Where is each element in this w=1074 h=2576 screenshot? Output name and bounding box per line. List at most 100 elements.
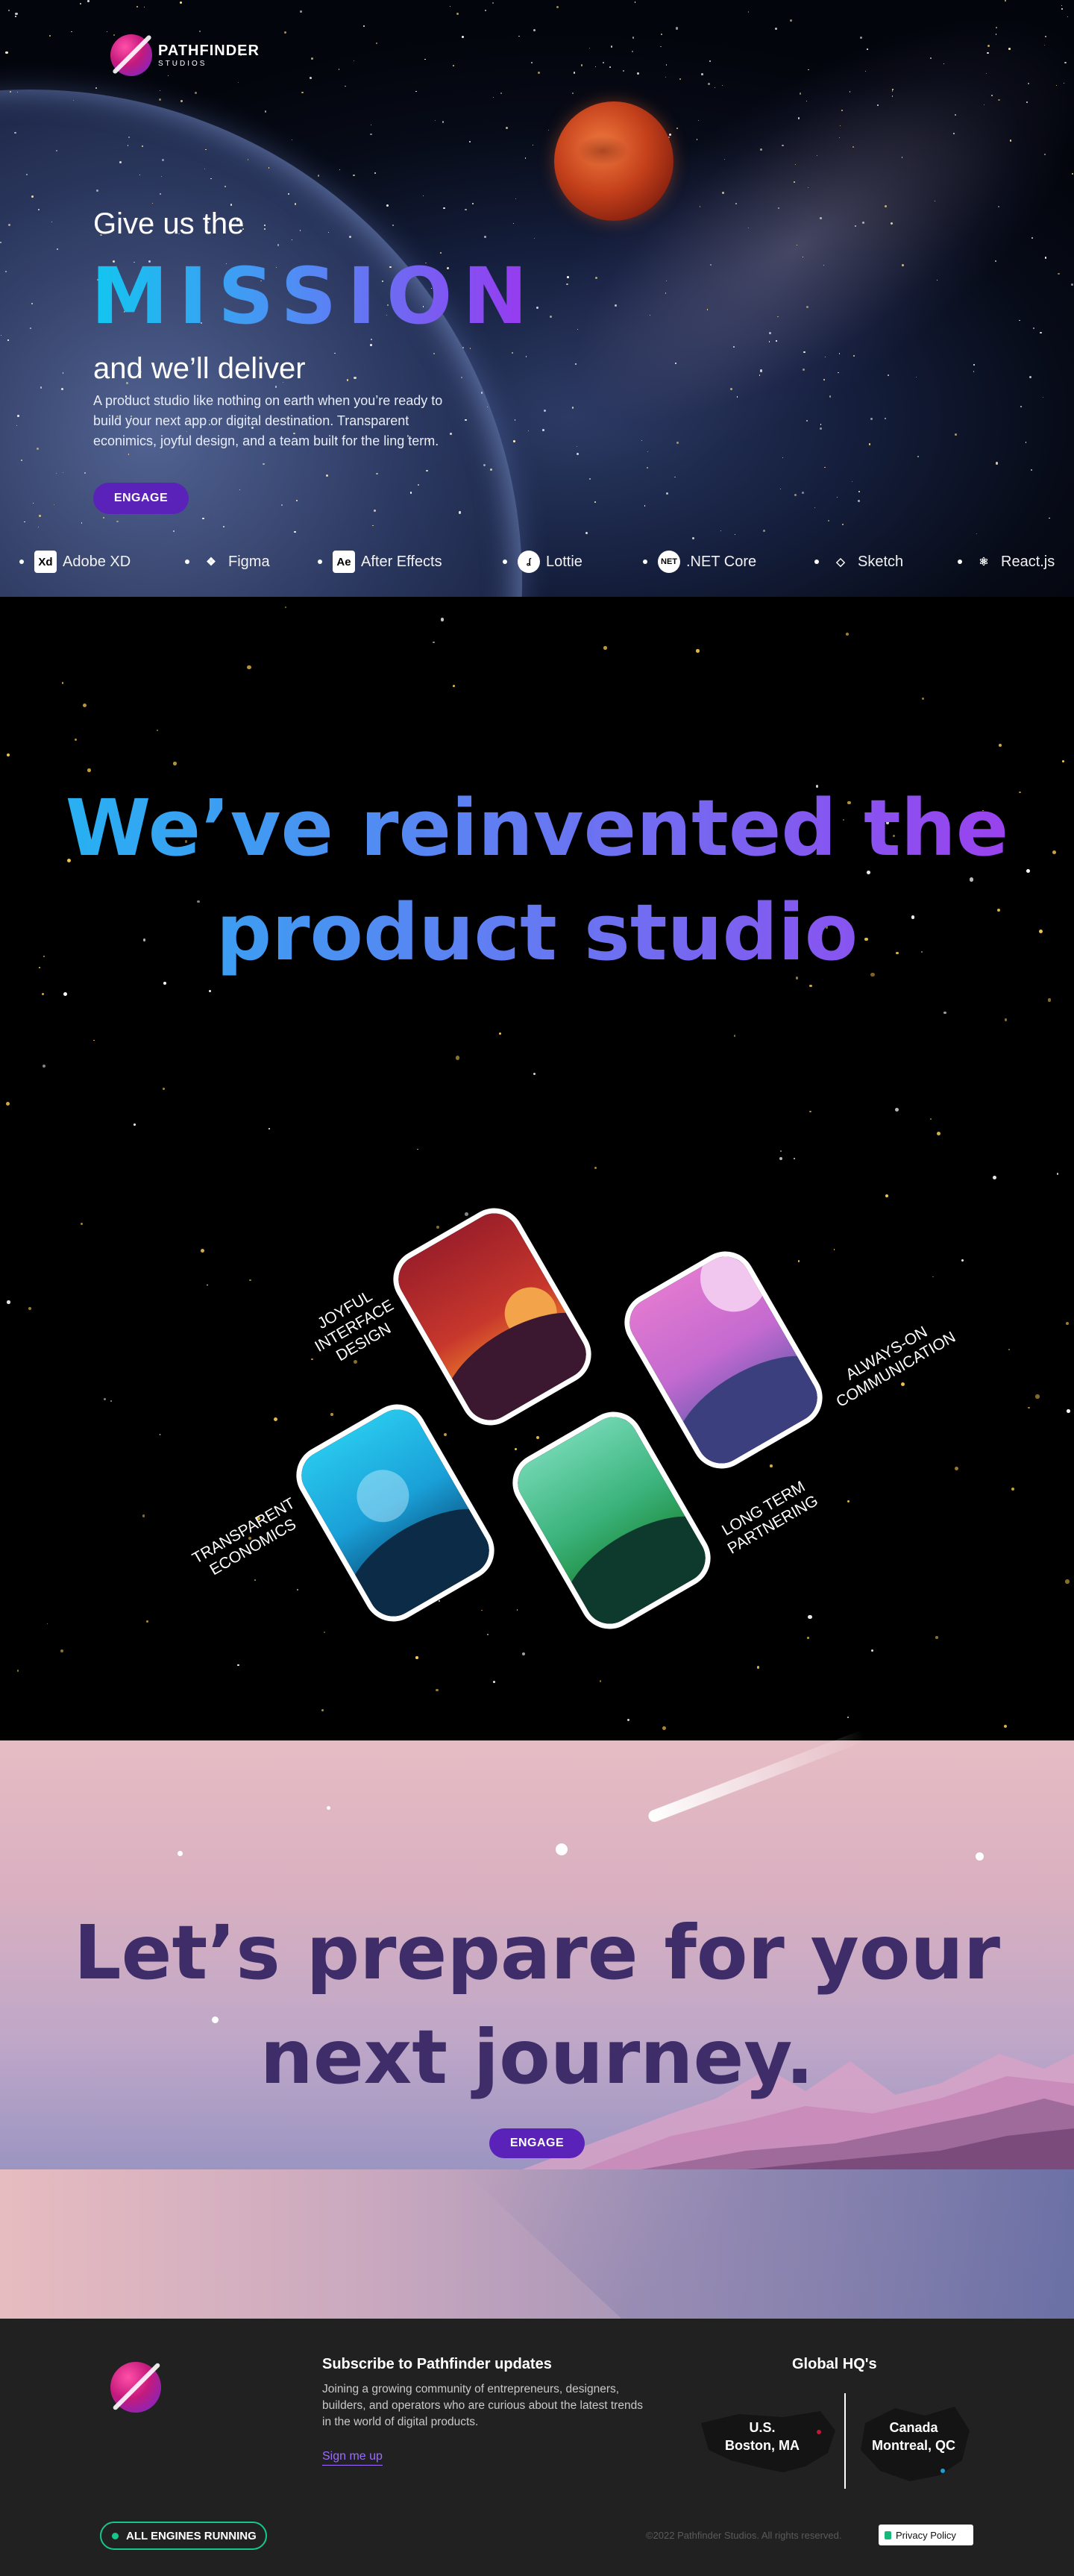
star-icon xyxy=(41,992,45,995)
star-icon xyxy=(524,157,527,159)
tool-label: Figma xyxy=(228,553,270,570)
sign-up-link[interactable]: Sign me up xyxy=(322,2450,383,2466)
star-icon xyxy=(345,85,346,87)
react-icon: ⚛ xyxy=(979,556,989,568)
star-icon xyxy=(294,202,297,205)
star-icon xyxy=(820,427,823,430)
star-icon xyxy=(179,1,182,4)
privacy-policy-link[interactable]: Privacy Policy xyxy=(879,2525,973,2545)
star-icon xyxy=(756,1666,760,1670)
star-icon xyxy=(522,1652,526,1655)
star-icon xyxy=(444,1433,447,1437)
star-icon xyxy=(820,424,822,426)
star-icon xyxy=(870,417,873,420)
star-icon xyxy=(861,221,864,224)
star-icon xyxy=(515,198,516,199)
star-icon xyxy=(885,1194,888,1197)
star-icon xyxy=(1058,272,1060,275)
hq-divider xyxy=(844,2393,846,2489)
star-icon xyxy=(1019,319,1020,322)
star-icon xyxy=(330,1413,333,1416)
planet-illustration xyxy=(0,90,522,597)
privacy-label: Privacy Policy xyxy=(896,2529,956,2541)
star-icon xyxy=(310,77,312,79)
star-icon xyxy=(277,244,280,246)
journey-engage-label: ENGAGE xyxy=(509,2137,565,2149)
star-icon xyxy=(987,45,990,47)
star-icon xyxy=(1008,48,1011,50)
star-icon xyxy=(1025,442,1027,444)
star-icon xyxy=(998,206,999,208)
mars-illustration xyxy=(554,101,673,221)
star-icon xyxy=(172,530,175,533)
star-icon xyxy=(777,316,779,317)
star-icon xyxy=(80,2,82,5)
star-icon xyxy=(128,136,130,138)
star-icon xyxy=(1065,1579,1070,1584)
star-icon xyxy=(426,469,428,472)
star-icon xyxy=(668,133,671,136)
star-icon xyxy=(720,530,722,532)
hero-line-1: Give us the xyxy=(93,207,245,240)
journey-engage-button[interactable]: ENGAGE xyxy=(489,2128,585,2158)
star-icon xyxy=(60,1649,63,1653)
star-icon xyxy=(180,100,183,103)
star-icon xyxy=(1032,327,1035,330)
star-icon xyxy=(675,27,679,30)
star-icon xyxy=(876,104,879,106)
footer-logo-icon[interactable] xyxy=(110,2362,161,2413)
tool-sketch: ◇ Sketch xyxy=(814,551,903,573)
star-icon xyxy=(7,339,9,341)
star-icon xyxy=(814,507,816,509)
star-icon xyxy=(885,417,886,419)
bullet-dot xyxy=(958,560,962,564)
star-icon xyxy=(733,1034,736,1037)
star-icon xyxy=(424,58,426,60)
journey-line-1: Let’s prepare for your xyxy=(73,1909,1001,1996)
footer: Subscribe to Pathfinder updates Joining … xyxy=(0,2319,1074,2576)
reinvent-line-1: We’ve reinvented the xyxy=(0,776,1074,880)
tool-after-effects: Ae After Effects xyxy=(318,551,442,573)
star-icon xyxy=(790,19,792,22)
star-icon xyxy=(422,195,424,197)
star-icon xyxy=(691,536,694,539)
star-icon xyxy=(833,1249,835,1250)
star-icon xyxy=(354,376,357,379)
water-reflection xyxy=(0,2169,1074,2319)
star-icon xyxy=(46,1623,48,1625)
star-icon xyxy=(775,28,778,31)
status-badge: ALL ENGINES RUNNING xyxy=(100,2522,267,2550)
star-icon xyxy=(632,37,635,39)
hero-engage-button[interactable]: ENGAGE xyxy=(93,483,189,514)
brand-logo[interactable]: PATHFINDER STUDIOS xyxy=(110,34,260,76)
star-icon xyxy=(954,113,956,116)
star-icon xyxy=(5,271,7,272)
star-icon xyxy=(493,96,494,98)
star-icon xyxy=(268,1128,270,1129)
status-label: ALL ENGINES RUNNING xyxy=(126,2529,257,2542)
star-icon xyxy=(43,1065,46,1068)
star-icon xyxy=(841,524,844,526)
star-icon xyxy=(935,1635,938,1639)
star-icon xyxy=(571,93,574,95)
star-icon xyxy=(1029,375,1032,378)
star-icon xyxy=(858,499,861,503)
star-icon xyxy=(61,388,64,390)
star-icon xyxy=(15,16,16,18)
star-icon xyxy=(770,1464,773,1467)
star-icon xyxy=(566,283,568,286)
star-icon xyxy=(442,121,445,123)
star-icon xyxy=(697,119,700,122)
tool-dotnet: NET .NET Core xyxy=(643,551,756,573)
star-icon xyxy=(296,1589,298,1591)
star-icon xyxy=(819,216,822,219)
star-icon xyxy=(195,91,198,94)
star-icon xyxy=(293,530,296,533)
tool-label: Lottie xyxy=(546,553,582,570)
hero-line-3: and we’ll deliver xyxy=(93,352,306,385)
star-icon xyxy=(887,374,889,376)
star-icon xyxy=(976,1852,984,1861)
star-icon xyxy=(626,1718,629,1722)
hq-us-country: U.S. xyxy=(749,2420,776,2435)
star-icon xyxy=(300,10,302,13)
